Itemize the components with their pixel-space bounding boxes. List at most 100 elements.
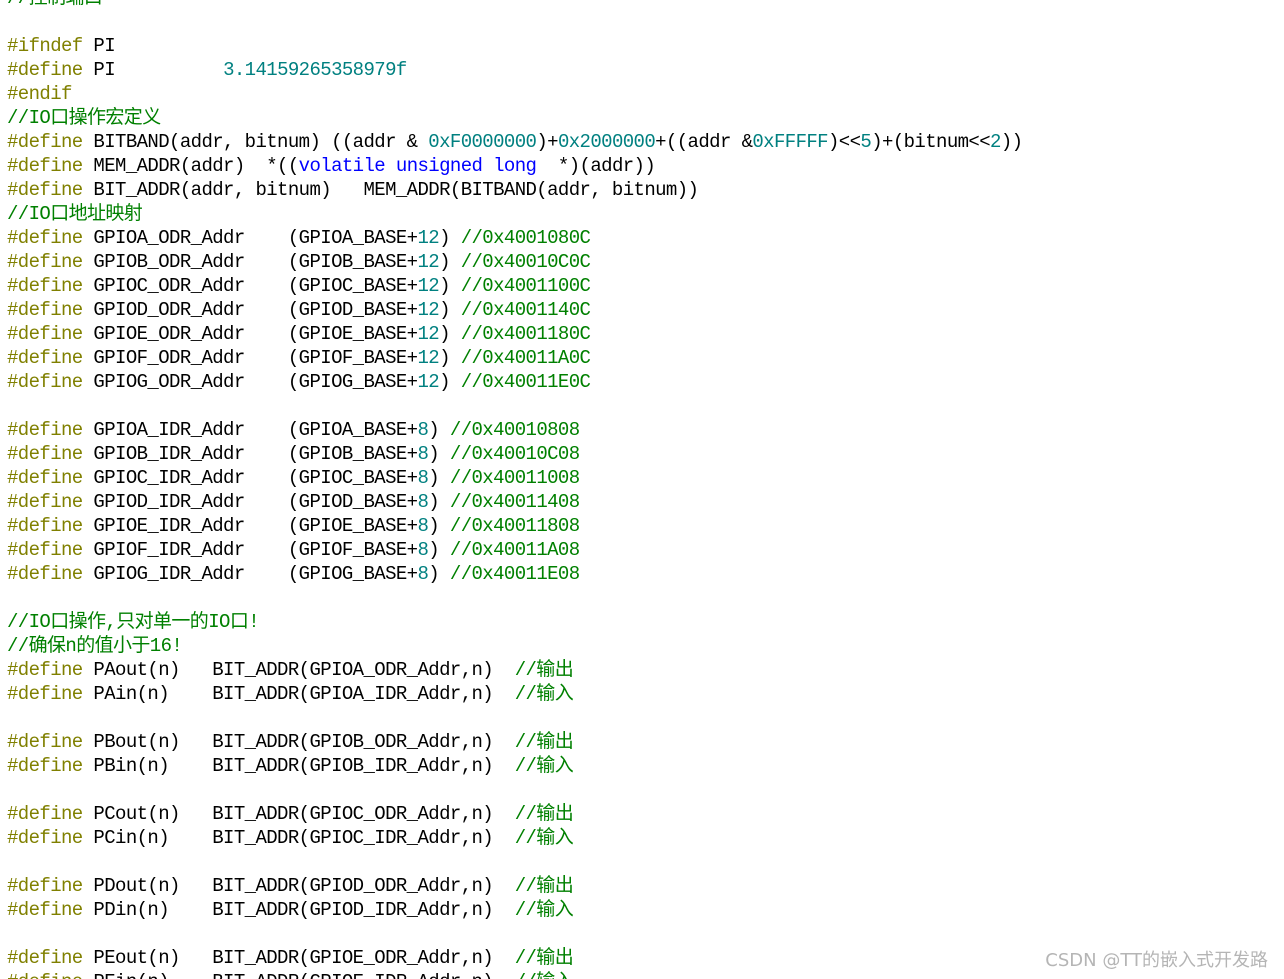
preprocessor-token: #define: [7, 275, 83, 297]
code-line: //确保n的值小于16!: [7, 634, 183, 658]
preprocessor-token: #define: [7, 947, 83, 969]
text-token: GPIOC_ODR_Addr (GPIOC_BASE+: [82, 275, 418, 297]
comment-token: //0x4001100C: [460, 275, 591, 297]
code-line: #define GPIOE_IDR_Addr (GPIOE_BASE+8) //…: [7, 514, 580, 538]
code-line: #define PI 3.14159265358979f: [7, 58, 407, 82]
comment-token: //IO口操作宏定义: [7, 107, 161, 129]
text-token: ): [428, 419, 450, 441]
number-token: 8: [417, 419, 429, 441]
comment-token: //0x4001080C: [460, 227, 591, 249]
text-token: ): [439, 371, 461, 393]
text-token: )+(bitnum<<: [871, 131, 991, 153]
comment-token: //输入: [514, 755, 574, 777]
preprocessor-token: #define: [7, 419, 83, 441]
code-line: #define GPIOG_ODR_Addr (GPIOG_BASE+12) /…: [7, 370, 591, 394]
text-token: GPIOG_IDR_Addr (GPIOG_BASE+: [82, 563, 418, 585]
text-token: MEM_ADDR(addr) *((: [82, 155, 299, 177]
text-token: PCin(n) BIT_ADDR(GPIOC_IDR_Addr,n): [82, 827, 515, 849]
preprocessor-token: #define: [7, 875, 83, 897]
preprocessor-token: #endif: [7, 83, 72, 105]
number-token: 0xFFFFF: [752, 131, 828, 153]
comment-token: //输出: [514, 875, 574, 897]
text-token: BIT_ADDR(addr, bitnum) MEM_ADDR(BITBAND(…: [82, 179, 699, 201]
comment-token: //0x4001180C: [460, 323, 591, 345]
text-token: ): [428, 491, 450, 513]
code-line: #define PAin(n) BIT_ADDR(GPIOA_IDR_Addr,…: [7, 682, 574, 706]
text-token: GPIOE_ODR_Addr (GPIOE_BASE+: [82, 323, 418, 345]
code-line: #define GPIOG_IDR_Addr (GPIOG_BASE+8) //…: [7, 562, 580, 586]
text-token: GPIOG_ODR_Addr (GPIOG_BASE+: [82, 371, 418, 393]
preprocessor-token: #define: [7, 467, 83, 489]
code-line: #define GPIOA_IDR_Addr (GPIOA_BASE+8) //…: [7, 418, 580, 442]
text-token: PEout(n) BIT_ADDR(GPIOE_ODR_Addr,n): [82, 947, 515, 969]
text-token: PI: [82, 35, 116, 57]
comment-token: //输入: [514, 827, 574, 849]
code-line: #define PDout(n) BIT_ADDR(GPIOD_ODR_Addr…: [7, 874, 574, 898]
preprocessor-token: #define: [7, 899, 83, 921]
code-line: //IO口操作,只对单一的IO口!: [7, 610, 260, 634]
keyword-token: volatile unsigned long: [298, 155, 537, 177]
preprocessor-token: #define: [7, 59, 83, 81]
text-token: PAin(n) BIT_ADDR(GPIOA_IDR_Addr,n): [82, 683, 515, 705]
number-token: 8: [417, 491, 429, 513]
comment-token: //0x4001140C: [460, 299, 591, 321]
number-token: 5: [860, 131, 872, 153]
text-token: PAout(n) BIT_ADDR(GPIOA_ODR_Addr,n): [82, 659, 515, 681]
preprocessor-token: #define: [7, 515, 83, 537]
comment-token: //控制端口: [7, 0, 103, 9]
text-token: GPIOA_IDR_Addr (GPIOA_BASE+: [82, 419, 418, 441]
code-line: //控制端口: [7, 0, 103, 10]
preprocessor-token: #define: [7, 971, 83, 979]
preprocessor-token: #define: [7, 491, 83, 513]
comment-token: //0x40010808: [449, 419, 580, 441]
text-token: PDin(n) BIT_ADDR(GPIOD_IDR_Addr,n): [82, 899, 515, 921]
preprocessor-token: #define: [7, 803, 83, 825]
comment-token: //IO口操作,只对单一的IO口!: [7, 611, 260, 633]
code-line: #ifndef PI: [7, 34, 116, 58]
number-token: 8: [417, 539, 429, 561]
number-token: 12: [417, 275, 440, 297]
text-token: GPIOB_ODR_Addr (GPIOB_BASE+: [82, 251, 418, 273]
code-line: #define GPIOA_ODR_Addr (GPIOA_BASE+12) /…: [7, 226, 591, 250]
number-token: 12: [417, 299, 440, 321]
preprocessor-token: #define: [7, 683, 83, 705]
code-line: #define PEout(n) BIT_ADDR(GPIOE_ODR_Addr…: [7, 946, 574, 970]
preprocessor-token: #ifndef: [7, 35, 83, 57]
text-token: GPIOC_IDR_Addr (GPIOC_BASE+: [82, 467, 418, 489]
watermark: CSDN @TT的嵌入式开发路: [1045, 950, 1268, 971]
code-line: #define GPIOC_IDR_Addr (GPIOC_BASE+8) //…: [7, 466, 580, 490]
text-token: ): [439, 251, 461, 273]
text-token: +((addr &: [655, 131, 753, 153]
text-token: ): [428, 563, 450, 585]
code-line: #define BITBAND(addr, bitnum) ((addr & 0…: [7, 130, 1023, 154]
text-token: PEin(n) BIT_ADDR(GPIOE_IDR_Addr,n): [83, 971, 515, 979]
text-token: BITBAND(addr, bitnum) ((addr &: [82, 131, 429, 153]
number-token: 0x2000000: [557, 131, 656, 153]
preprocessor-token: #define: [7, 131, 83, 153]
code-line: #define GPIOF_IDR_Addr (GPIOF_BASE+8) //…: [7, 538, 580, 562]
comment-token: //0x40011008: [449, 467, 580, 489]
preprocessor-token: #define: [7, 827, 83, 849]
text-token: )): [1000, 131, 1023, 153]
comment-token: //0x40010C08: [449, 443, 580, 465]
code-line: #define GPIOD_ODR_Addr (GPIOD_BASE+12) /…: [7, 298, 591, 322]
comment-token: //0x40011408: [449, 491, 580, 513]
code-line: #define PBout(n) BIT_ADDR(GPIOB_ODR_Addr…: [7, 730, 574, 754]
comment-token: //确保n的值小于16!: [7, 635, 183, 657]
preprocessor-token: #define: [7, 731, 83, 753]
text-token: GPIOD_ODR_Addr (GPIOD_BASE+: [82, 299, 418, 321]
preprocessor-token: #define: [7, 227, 83, 249]
text-token: ): [428, 539, 450, 561]
code-editor[interactable]: //控制端口 #ifndef PI#define PI 3.14159265358…: [0, 0, 1284, 979]
preprocessor-token: #define: [7, 155, 83, 177]
code-line: #define PCin(n) BIT_ADDR(GPIOC_IDR_Addr,…: [7, 826, 574, 850]
preprocessor-token: #define: [7, 299, 83, 321]
text-token: ): [428, 443, 450, 465]
number-token: 8: [417, 515, 429, 537]
comment-token: //0x40011A0C: [460, 347, 591, 369]
number-token: 12: [417, 323, 440, 345]
number-token: 8: [417, 467, 429, 489]
number-token: 12: [417, 371, 440, 393]
comment-token: //输入: [515, 971, 574, 979]
comment-token: //IO口地址映射: [7, 203, 143, 225]
